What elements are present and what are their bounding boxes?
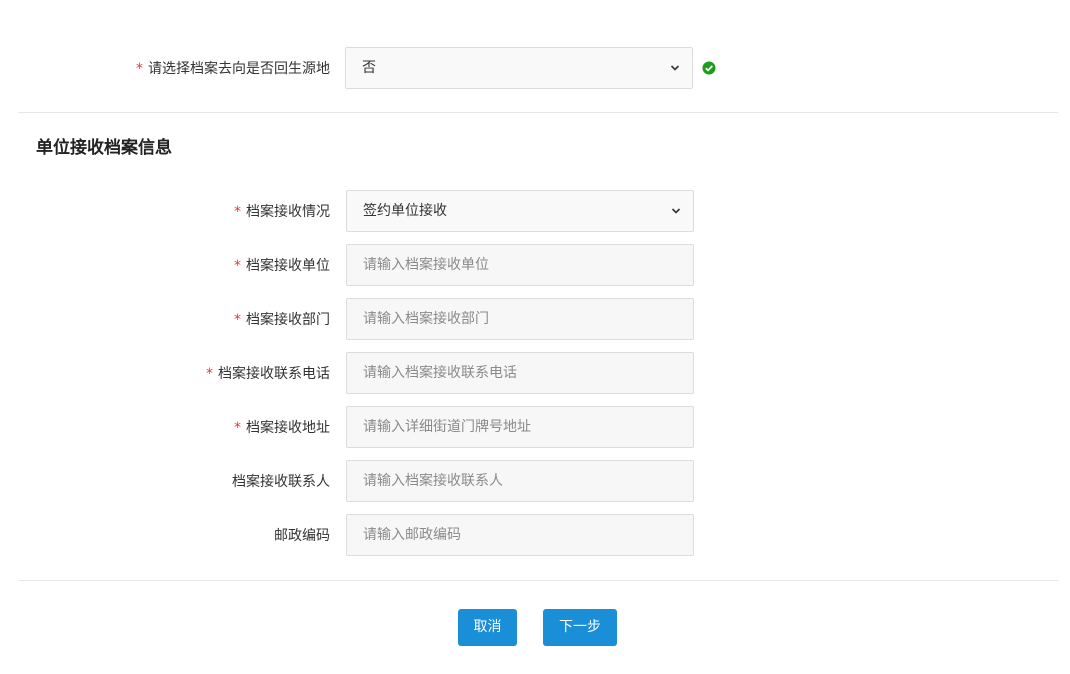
- receive-status-value: 签约单位接收: [363, 203, 447, 219]
- receive-contact-input[interactable]: [346, 460, 694, 502]
- chevron-down-icon: [670, 65, 680, 71]
- form-row-receive-unit: * 档案接收单位: [0, 244, 1070, 288]
- receive-unit-input[interactable]: [346, 244, 694, 286]
- archive-destination-form: * 请选择档案去向是否回生源地 否 单位接收档案信息 * 档案接收情况 签约单位接收: [0, 0, 1070, 674]
- required-mark: *: [234, 420, 241, 436]
- postal-code-label: 邮政编码: [274, 528, 330, 544]
- chevron-down-icon: [671, 208, 681, 214]
- receive-contact-label: 档案接收联系人: [232, 474, 330, 490]
- form-row-receive-status: * 档案接收情况 签约单位接收: [0, 190, 1070, 234]
- form-row-receive-address: * 档案接收地址: [0, 406, 1070, 450]
- receive-status-label: * 档案接收情况: [234, 204, 330, 220]
- form-row-receive-contact: 档案接收联系人: [0, 460, 1070, 504]
- next-step-button[interactable]: 下一步: [543, 609, 617, 646]
- required-mark: *: [234, 204, 241, 220]
- form-row-postal-code: 邮政编码: [0, 514, 1070, 558]
- form-row-receive-phone: * 档案接收联系电话: [0, 352, 1070, 396]
- required-mark: *: [136, 61, 143, 77]
- divider-top: [18, 112, 1058, 113]
- divider-bottom: [18, 580, 1058, 581]
- required-mark: *: [234, 258, 241, 274]
- check-circle-icon: [702, 61, 716, 75]
- section-title: 单位接收档案信息: [36, 138, 172, 158]
- receive-phone-label: * 档案接收联系电话: [206, 366, 330, 382]
- required-mark: *: [234, 312, 241, 328]
- receive-address-label: * 档案接收地址: [234, 420, 330, 436]
- form-row-origin: * 请选择档案去向是否回生源地 否: [0, 47, 1070, 91]
- origin-question-value: 否: [362, 60, 376, 76]
- receive-dept-input[interactable]: [346, 298, 694, 340]
- receive-status-select[interactable]: 签约单位接收: [346, 190, 694, 232]
- receive-address-input[interactable]: [346, 406, 694, 448]
- cancel-button[interactable]: 取消: [458, 609, 517, 646]
- receive-unit-label: * 档案接收单位: [234, 258, 330, 274]
- required-mark: *: [206, 366, 213, 382]
- receive-phone-input[interactable]: [346, 352, 694, 394]
- postal-code-input[interactable]: [346, 514, 694, 556]
- form-row-receive-dept: * 档案接收部门: [0, 298, 1070, 342]
- origin-question-select[interactable]: 否: [345, 47, 693, 89]
- receive-dept-label: * 档案接收部门: [234, 312, 330, 328]
- origin-question-label: * 请选择档案去向是否回生源地: [136, 61, 330, 77]
